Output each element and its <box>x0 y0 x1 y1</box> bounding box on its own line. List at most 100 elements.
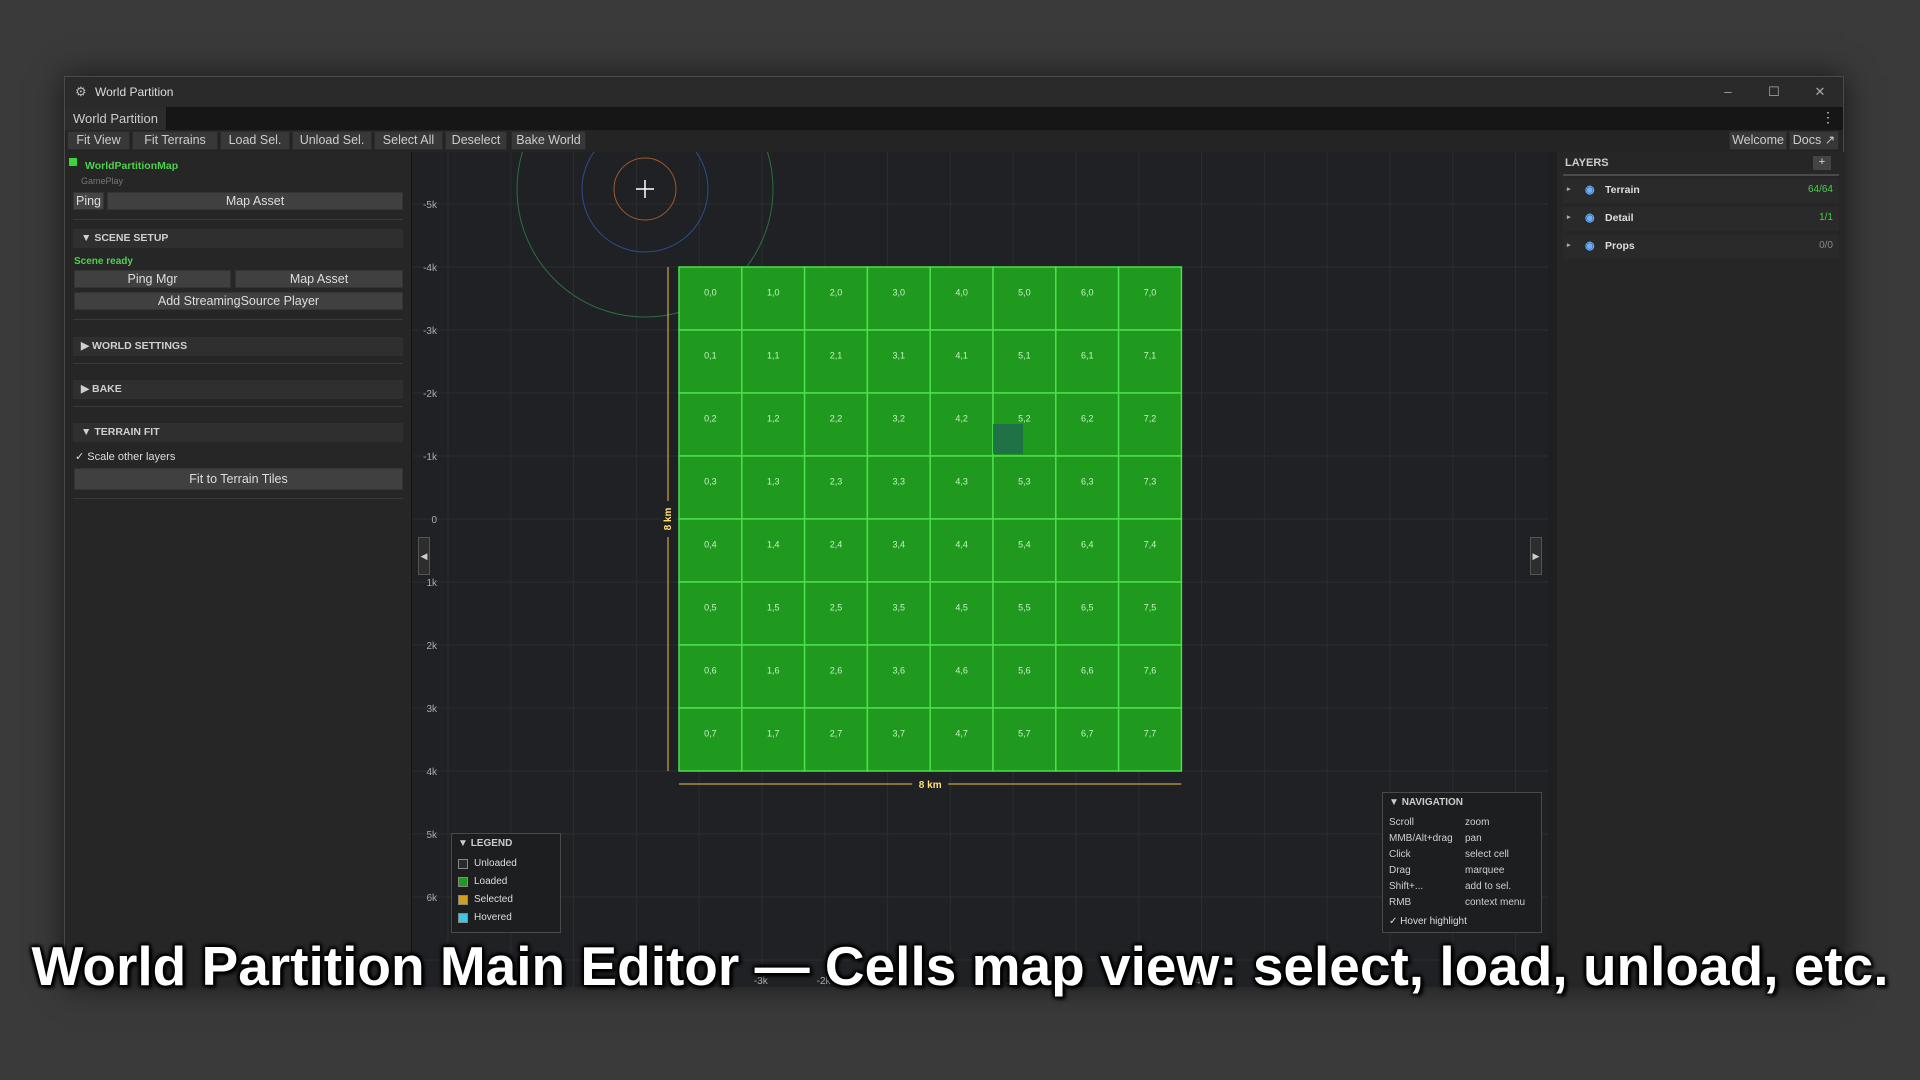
map-cell[interactable] <box>866 644 931 709</box>
map-cell[interactable] <box>866 707 931 772</box>
map-cell[interactable] <box>1055 581 1120 646</box>
map-cell[interactable] <box>1055 392 1120 457</box>
map-cell[interactable] <box>1117 392 1183 457</box>
map-cell[interactable] <box>741 266 806 331</box>
close-icon[interactable]: ✕ <box>1797 77 1843 107</box>
scale-other-layers-checkbox[interactable]: ✓ Scale other layers <box>75 450 175 463</box>
map-cell[interactable] <box>803 581 869 646</box>
map-cell[interactable] <box>803 266 869 331</box>
map-cell[interactable] <box>803 455 869 520</box>
map-cell[interactable] <box>803 644 869 709</box>
map-cell[interactable] <box>929 392 994 457</box>
world-settings-header[interactable]: ▶ WORLD SETTINGS <box>73 337 403 356</box>
map-cell[interactable] <box>1055 518 1120 583</box>
map-cell[interactable] <box>741 707 806 772</box>
add-layer-button[interactable]: + <box>1813 156 1831 170</box>
terrain-fit-header[interactable]: ▼ TERRAIN FIT <box>73 423 403 442</box>
cells-map[interactable]: -5k-4k-3k-2k-1k01k2k3k4k5k6k-4k -3k -2k -1k… <box>413 152 1548 987</box>
map-cell[interactable] <box>1055 266 1120 331</box>
map-cell[interactable] <box>1055 455 1120 520</box>
map-cell[interactable] <box>992 455 1057 520</box>
kebab-menu-icon[interactable]: ⋮ <box>1821 109 1835 126</box>
tab-world-partition[interactable]: World Partition <box>65 107 168 130</box>
map-cell[interactable] <box>866 518 931 583</box>
map-cell[interactable] <box>1055 707 1120 772</box>
map-asset-secondary-button[interactable]: Map Asset <box>235 270 403 288</box>
map-cell[interactable] <box>992 266 1057 331</box>
expand-icon[interactable]: ▸ <box>1567 213 1571 221</box>
bake-world-button[interactable]: Bake World <box>511 131 586 150</box>
cells-map-viewport[interactable]: -5k -4k -3k -2k -1k 0 1k 2k 3k 4k 5k 6k -4k -3k -2k -1k… <box>413 152 1548 987</box>
map-cell[interactable] <box>803 392 869 457</box>
collapse-left-icon[interactable]: ◀ <box>418 537 430 575</box>
map-cell[interactable] <box>803 329 869 394</box>
ping-button[interactable]: Ping <box>73 192 104 210</box>
map-cell[interactable] <box>992 581 1057 646</box>
map-cell[interactable] <box>741 518 806 583</box>
layer-item-detail[interactable]: ▸ ◉ Detail 1/1 <box>1563 207 1839 231</box>
map-cell[interactable] <box>678 707 743 772</box>
fit-terrains-button[interactable]: Fit Terrains <box>132 131 218 150</box>
scene-setup-header[interactable]: ▼ SCENE SETUP <box>73 229 403 248</box>
map-cell[interactable] <box>803 707 869 772</box>
map-cell[interactable] <box>741 455 806 520</box>
bake-header[interactable]: ▶ BAKE <box>73 380 403 399</box>
map-cell[interactable] <box>678 518 743 583</box>
map-cell[interactable] <box>1117 266 1183 331</box>
map-cell[interactable] <box>929 329 994 394</box>
map-cell[interactable] <box>992 707 1057 772</box>
map-cell[interactable] <box>1117 644 1183 709</box>
map-cell[interactable] <box>678 329 743 394</box>
map-cell[interactable] <box>678 392 743 457</box>
map-cell[interactable] <box>992 644 1057 709</box>
map-cell[interactable] <box>929 707 994 772</box>
eye-icon[interactable]: ◉ <box>1585 239 1595 252</box>
select-all-button[interactable]: Select All <box>374 131 443 150</box>
expand-icon[interactable]: ▸ <box>1567 241 1571 249</box>
minimize-icon[interactable]: – <box>1705 77 1751 107</box>
map-cell[interactable] <box>866 455 931 520</box>
map-cell[interactable] <box>1117 518 1183 583</box>
map-cell[interactable] <box>678 581 743 646</box>
map-cell[interactable] <box>992 329 1057 394</box>
map-cell[interactable] <box>929 266 994 331</box>
layer-item-terrain[interactable]: ▸ ◉ Terrain 64/64 <box>1563 179 1839 203</box>
docs-button[interactable]: Docs ↗ <box>1789 131 1839 150</box>
add-streaming-source-button[interactable]: Add StreamingSource Player <box>74 292 403 310</box>
map-cell[interactable] <box>866 266 931 331</box>
map-asset-button[interactable]: Map Asset <box>107 192 403 210</box>
welcome-button[interactable]: Welcome <box>1729 131 1787 150</box>
map-cell[interactable] <box>866 329 931 394</box>
map-cell[interactable] <box>866 581 931 646</box>
map-cell[interactable] <box>803 518 869 583</box>
map-cell[interactable] <box>866 392 931 457</box>
map-cell[interactable] <box>741 329 806 394</box>
map-cell[interactable] <box>1117 707 1183 772</box>
map-cell[interactable] <box>741 392 806 457</box>
deselect-button[interactable]: Deselect <box>445 131 507 150</box>
map-cell[interactable] <box>929 455 994 520</box>
map-cell[interactable] <box>678 644 743 709</box>
map-cell[interactable] <box>929 581 994 646</box>
map-cell[interactable] <box>1117 455 1183 520</box>
map-cell[interactable] <box>741 581 806 646</box>
map-cell[interactable] <box>678 266 743 331</box>
collapse-right-icon[interactable]: ▶ <box>1530 537 1542 575</box>
fit-to-terrain-tiles-button[interactable]: Fit to Terrain Tiles <box>74 468 403 490</box>
ping-manager-button[interactable]: Ping Mgr <box>74 270 231 288</box>
map-cell[interactable] <box>1055 329 1120 394</box>
map-cell[interactable] <box>929 644 994 709</box>
map-cell[interactable] <box>741 644 806 709</box>
map-cell[interactable] <box>1117 581 1183 646</box>
expand-icon[interactable]: ▸ <box>1567 185 1571 193</box>
hover-highlight-checkbox[interactable]: ✓ Hover highlight <box>1389 916 1467 927</box>
map-cell[interactable] <box>1055 644 1120 709</box>
unload-selection-button[interactable]: Unload Sel. <box>292 131 372 150</box>
fit-view-button[interactable]: Fit View <box>67 131 130 150</box>
map-cell[interactable] <box>1117 329 1183 394</box>
eye-icon[interactable]: ◉ <box>1585 183 1595 196</box>
map-cell[interactable] <box>992 518 1057 583</box>
eye-icon[interactable]: ◉ <box>1585 211 1595 224</box>
maximize-icon[interactable]: ☐ <box>1751 77 1797 107</box>
map-cell[interactable] <box>929 518 994 583</box>
